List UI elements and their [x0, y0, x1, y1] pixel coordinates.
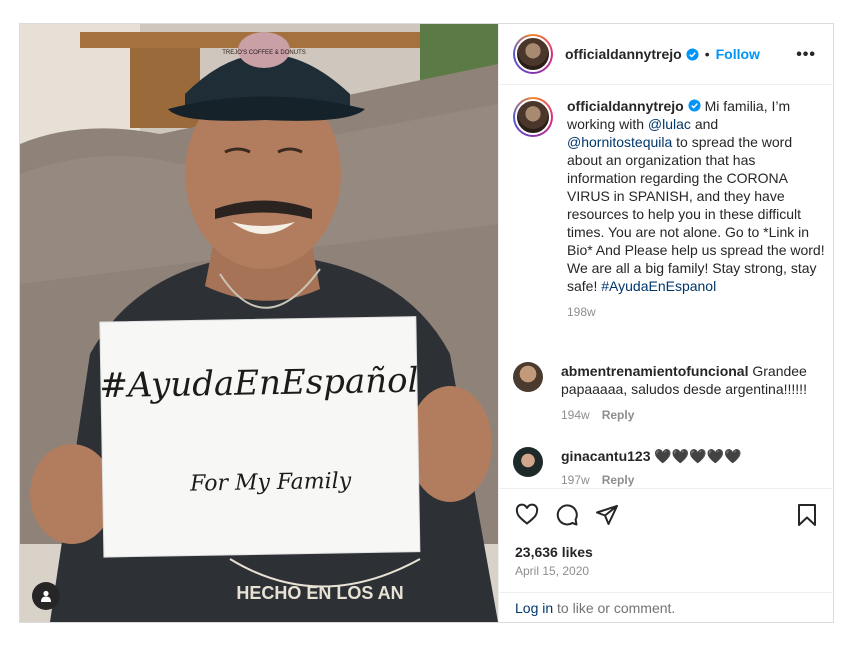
comment-body: ginacantu123 🖤🖤🖤🖤🖤 197w Reply [561, 447, 819, 488]
bookmark-icon[interactable] [796, 503, 818, 527]
post-photo[interactable]: TREJO'S COFFEE & DONUTS #AyudaEnEspañol … [20, 24, 498, 622]
likes-count[interactable]: 23,636 likes [515, 544, 593, 560]
comment-meta: 194w Reply [561, 406, 819, 424]
user-tag-button[interactable] [32, 582, 60, 610]
paper-plane-icon[interactable] [595, 503, 619, 527]
follow-button[interactable]: Follow [716, 46, 760, 62]
comment-text: 🖤🖤🖤🖤🖤 [654, 448, 742, 464]
caption-timestamp[interactable]: 198w [567, 305, 596, 319]
comment-row: abmentrenamientofuncional Grandee papaaa… [513, 362, 819, 424]
verified-badge-icon [686, 47, 699, 61]
mention-link[interactable]: @hornitostequila [567, 134, 672, 150]
post-date[interactable]: April 15, 2020 [515, 564, 589, 578]
login-link[interactable]: Log in [515, 600, 553, 616]
verified-badge-icon [688, 99, 701, 112]
user-tag-icon [41, 590, 51, 602]
reply-button[interactable]: Reply [602, 473, 635, 487]
instagram-post: TREJO'S COFFEE & DONUTS #AyudaEnEspañol … [19, 23, 834, 623]
commenter-avatar[interactable] [513, 447, 543, 477]
comment-username[interactable]: ginacantu123 [561, 448, 650, 464]
action-icons [515, 503, 619, 527]
heart-icon[interactable] [515, 503, 539, 527]
more-options-icon[interactable]: ••• [796, 46, 816, 64]
caption-username[interactable]: officialdannytrejo [567, 98, 684, 114]
post-side-panel: officialdannytrejo • Follow ••• official… [498, 24, 834, 622]
comment-row: ginacantu123 🖤🖤🖤🖤🖤 197w Reply [513, 447, 819, 488]
login-prompt: Log in to like or comment. [499, 592, 834, 622]
comments-scroll[interactable]: officialdannytrejo Mi familia, I’m worki… [499, 85, 834, 488]
cap-logo-text: TREJO'S COFFEE & DONUTS [222, 50, 305, 56]
author-avatar[interactable] [513, 34, 553, 74]
caption-row: officialdannytrejo Mi familia, I’m worki… [513, 97, 825, 321]
commenter-avatar[interactable] [513, 362, 543, 392]
hashtag-link[interactable]: #AyudaEnEspanol [601, 278, 716, 294]
comment-time[interactable]: 194w [561, 408, 590, 422]
comment-body: abmentrenamientofuncional Grandee papaaa… [561, 362, 819, 424]
login-prompt-text: to like or comment. [553, 600, 676, 616]
caption-avatar[interactable] [513, 97, 553, 137]
reply-button[interactable]: Reply [602, 408, 635, 422]
sign-subtext: For My Family [189, 469, 352, 497]
mention-link[interactable]: @lulac [648, 116, 691, 132]
header-separator: • [704, 46, 710, 62]
photo-illustration: TREJO'S COFFEE & DONUTS #AyudaEnEspañol … [20, 24, 498, 622]
comment-meta: 197w Reply [561, 471, 819, 488]
caption-text: Mi familia, I’m working with @lulac and … [567, 98, 825, 294]
post-header: officialdannytrejo • Follow ••• [499, 24, 834, 85]
shirt-print-text: HECHO EN LOS AN [236, 583, 403, 603]
comment-icon[interactable] [555, 503, 579, 527]
sign-hashtag: #AyudaEnEspañol [99, 361, 419, 407]
comment-username[interactable]: abmentrenamientofuncional [561, 363, 748, 379]
caption-time: 198w [567, 303, 825, 321]
comment-time[interactable]: 197w [561, 473, 590, 487]
author-username[interactable]: officialdannytrejo [565, 46, 682, 62]
action-bar: 23,636 likes April 15, 2020 [499, 488, 834, 598]
caption-body: officialdannytrejo Mi familia, I’m worki… [567, 97, 825, 321]
